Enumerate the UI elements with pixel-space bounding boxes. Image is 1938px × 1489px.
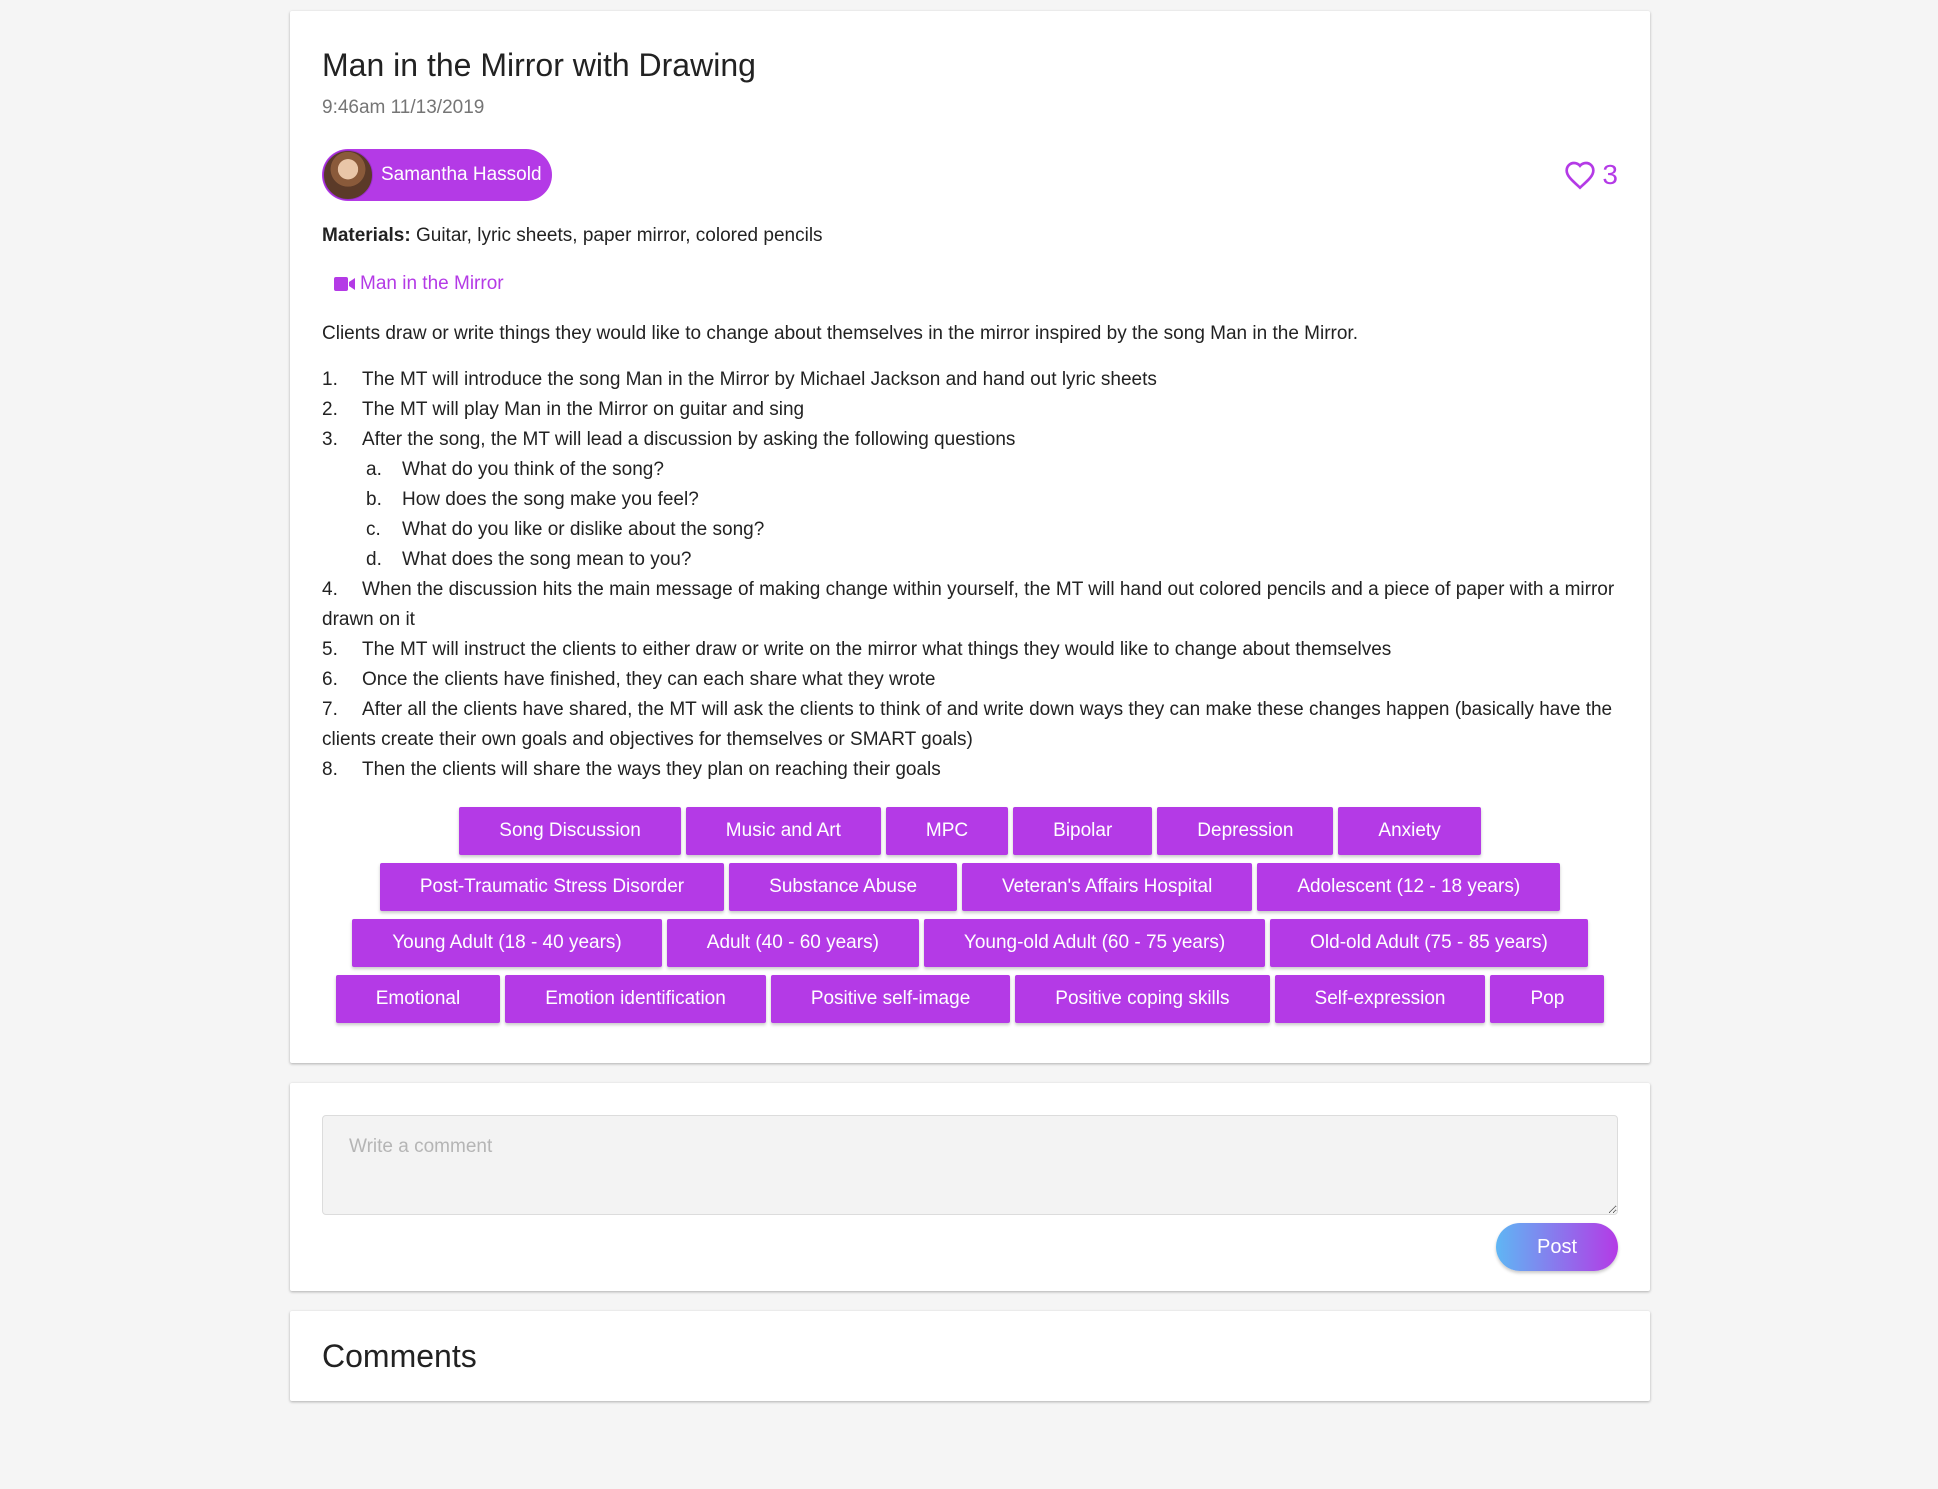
steps-list: 1. The MT will introduce the song Man in …	[322, 365, 1618, 785]
post-title: Man in the Mirror with Drawing	[322, 47, 756, 83]
step-text: After all the clients have shared, the M…	[322, 699, 1613, 750]
step-number: 2.	[322, 399, 338, 420]
step-text: After the song, the MT will lead a discu…	[362, 429, 1016, 450]
step-number: 7.	[322, 699, 338, 720]
author-row: Samantha Hassold 3	[322, 149, 1618, 201]
step-number: b.	[366, 489, 382, 510]
step-text: What does the song mean to you?	[402, 549, 692, 570]
tag-button[interactable]: Bipolar	[1013, 807, 1153, 855]
step-item: 3. After the song, the MT will lead a dis…	[322, 425, 1618, 455]
video-link[interactable]: Man in the Mirror	[334, 269, 504, 299]
step-item: 1. The MT will introduce the song Man in …	[322, 365, 1618, 395]
step-text: The MT will introduce the song Man in th…	[362, 369, 1157, 390]
tag-list: Song Discussion Music and Art MPC Bipola…	[322, 807, 1618, 1023]
tag-button[interactable]: Positive coping skills	[1015, 975, 1270, 1023]
tag-button[interactable]: Music and Art	[685, 807, 881, 855]
step-text: How does the song make you feel?	[402, 489, 699, 510]
video-link-label: Man in the Mirror	[360, 273, 504, 294]
tag-button[interactable]: Adult (40 - 60 years)	[666, 919, 919, 967]
step-number: 4.	[322, 579, 338, 600]
tag-button[interactable]: Substance Abuse	[729, 863, 958, 911]
step-number: 5.	[322, 639, 338, 660]
step-number: c.	[366, 519, 381, 540]
step-text: What do you think of the song?	[402, 459, 664, 480]
post-row: Post	[322, 1223, 1618, 1271]
substep-item: d. What does the song mean to you?	[322, 545, 1618, 575]
substep-item: b. How does the song make you feel?	[322, 485, 1618, 515]
author-name: Samantha Hassold	[381, 164, 542, 185]
step-number: a.	[366, 459, 382, 480]
post-description: Clients draw or write things they would …	[322, 323, 1358, 344]
step-number: 1.	[322, 369, 338, 390]
tag-button[interactable]: Young Adult (18 - 40 years)	[352, 919, 662, 967]
step-text: The MT will play Man in the Mirror on gu…	[362, 399, 805, 420]
step-number: 8.	[322, 759, 338, 780]
step-text: The MT will instruct the clients to eith…	[362, 639, 1392, 660]
tag-button[interactable]: Anxiety	[1338, 807, 1481, 855]
step-number: 6.	[322, 669, 338, 690]
tag-button[interactable]: Adolescent (12 - 18 years)	[1257, 863, 1561, 911]
step-number: 3.	[322, 429, 338, 450]
comment-form-card: Post	[290, 1083, 1650, 1291]
tag-button[interactable]: Old-old Adult (75 - 85 years)	[1270, 919, 1588, 967]
avatar	[323, 150, 373, 200]
tag-button[interactable]: MPC	[885, 807, 1009, 855]
substep-item: c. What do you like or dislike about the …	[322, 515, 1618, 545]
tag-button[interactable]: Positive self-image	[770, 975, 1011, 1023]
post-timestamp: 9:46am 11/13/2019	[322, 97, 485, 118]
tag-button[interactable]: Depression	[1157, 807, 1334, 855]
materials-value: Guitar, lyric sheets, paper mirror, colo…	[415, 225, 823, 246]
step-text: Then the clients will share the ways the…	[362, 759, 941, 780]
step-item: 7. After all the clients have shared, the…	[322, 695, 1618, 755]
step-item: 5. The MT will instruct the clients to ei…	[322, 635, 1618, 665]
tag-button[interactable]: Young-old Adult (60 - 75 years)	[923, 919, 1266, 967]
post-card: Man in the Mirror with Drawing 9:46am 11…	[290, 11, 1650, 1063]
step-text: Once the clients have finished, they can…	[362, 669, 936, 690]
comments-card: Comments	[290, 1311, 1650, 1401]
tag-button[interactable]: Song Discussion	[459, 807, 681, 855]
tag-button[interactable]: Pop	[1490, 975, 1605, 1023]
tag-button[interactable]: Veteran's Affairs Hospital	[962, 863, 1253, 911]
author-chip[interactable]: Samantha Hassold	[322, 149, 552, 201]
step-number: d.	[366, 549, 382, 570]
tag-button[interactable]: Emotional	[335, 975, 501, 1023]
page: Man in the Mirror with Drawing 9:46am 11…	[290, 0, 1650, 1401]
tag-button[interactable]: Post-Traumatic Stress Disorder	[379, 863, 725, 911]
substep-item: a. What do you think of the song?	[322, 455, 1618, 485]
video-camera-icon	[334, 277, 355, 291]
step-item: 6. Once the clients have finished, they c…	[322, 665, 1618, 695]
like-count: 3	[1602, 159, 1618, 190]
post-button[interactable]: Post	[1496, 1223, 1618, 1271]
step-item: 8. Then the clients will share the ways t…	[322, 755, 1618, 785]
comments-title: Comments	[322, 1337, 477, 1374]
step-text: When the discussion hits the main messag…	[322, 579, 1615, 630]
step-item: 2. The MT will play Man in the Mirror on …	[322, 395, 1618, 425]
step-item: 4. When the discussion hits the main mess…	[322, 575, 1618, 635]
materials: Materials: Guitar, lyric sheets, paper m…	[322, 221, 1618, 251]
like-button[interactable]: 3	[1564, 159, 1618, 191]
materials-label: Materials:	[322, 225, 411, 246]
heart-icon	[1565, 161, 1596, 190]
comment-input[interactable]	[322, 1115, 1618, 1215]
tag-button[interactable]: Emotion identification	[505, 975, 766, 1023]
step-text: What do you like or dislike about the so…	[402, 519, 765, 540]
tag-button[interactable]: Self-expression	[1274, 975, 1486, 1023]
